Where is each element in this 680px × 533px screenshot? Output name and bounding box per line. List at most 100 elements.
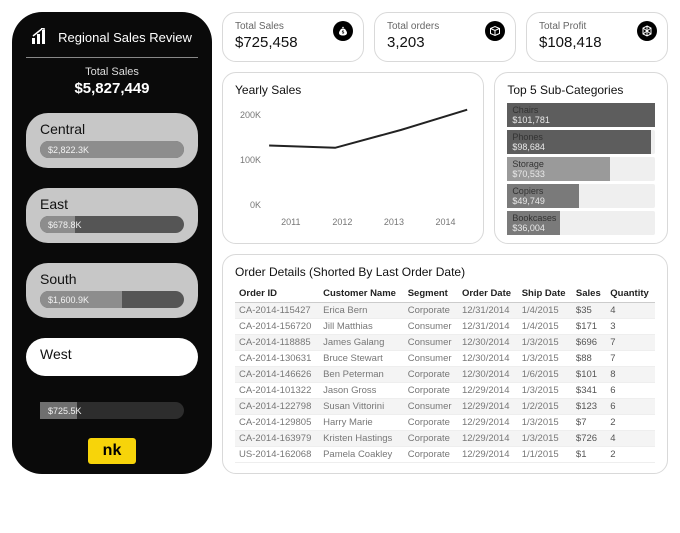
table-row[interactable]: CA-2014-118885James GalangConsumer12/30/… [235, 335, 655, 351]
table-header: Ship Date [518, 285, 572, 303]
table-cell: Corporate [404, 367, 458, 383]
topcat-bar: Bookcases$36,004 [507, 211, 655, 235]
region-item-central[interactable]: Central $2,822.3K [26, 113, 198, 168]
table-row[interactable]: CA-2014-156720Jill MatthiasConsumer12/31… [235, 319, 655, 335]
table-cell: 12/29/2014 [458, 447, 518, 463]
yearly-sales-title: Yearly Sales [235, 83, 471, 97]
topcat-name: Phones [512, 132, 543, 142]
table-cell: 2 [606, 415, 655, 431]
table-row[interactable]: CA-2014-130631Bruce StewartConsumer12/30… [235, 351, 655, 367]
table-header: Quantity [606, 285, 655, 303]
table-row[interactable]: CA-2014-129805Harry MarieCorporate12/29/… [235, 415, 655, 431]
region-value: $678.8K [40, 220, 82, 230]
region-name: South [40, 271, 184, 287]
table-cell: CA-2014-122798 [235, 399, 319, 415]
table-cell: 1/1/2015 [518, 447, 572, 463]
topcat-value: $70,533 [512, 169, 545, 179]
table-cell: 1/6/2015 [518, 367, 572, 383]
kpi-row: Total Sales$725,458$Total orders3,203Tot… [222, 12, 668, 62]
table-cell: 6 [606, 399, 655, 415]
x-tick: 2011 [265, 217, 317, 233]
topcat-bar: Copiers$49,749 [507, 184, 655, 208]
table-header: Order ID [235, 285, 319, 303]
x-tick: 2012 [317, 217, 369, 233]
table-cell: $123 [572, 399, 606, 415]
table-cell: 1/3/2015 [518, 415, 572, 431]
x-tick: 2014 [420, 217, 472, 233]
table-cell: Kristen Hastings [319, 431, 404, 447]
kpi-value: $725,458 [235, 34, 351, 51]
table-cell: 12/30/2014 [458, 367, 518, 383]
table-cell: CA-2014-115427 [235, 303, 319, 319]
kpi-card: Total Profit$108,418 [526, 12, 668, 62]
table-cell: 2 [606, 447, 655, 463]
topcat-name: Storage [512, 159, 544, 169]
table-cell: CA-2014-130631 [235, 351, 319, 367]
region-value: $725.5K [40, 406, 82, 416]
table-cell: $696 [572, 335, 606, 351]
table-cell: 12/29/2014 [458, 383, 518, 399]
sidebar-sub-label: Total Sales [26, 66, 198, 78]
table-cell: 12/29/2014 [458, 431, 518, 447]
table-cell: 12/29/2014 [458, 415, 518, 431]
topcat-name: Copiers [512, 186, 543, 196]
region-name: West [40, 346, 184, 362]
region-item-east[interactable]: East $678.8K [26, 188, 198, 243]
topcat-bar: Phones$98,684 [507, 130, 655, 154]
region-item-south[interactable]: South $1,600.9K [26, 263, 198, 318]
table-row[interactable]: CA-2014-146626Ben PetermanCorporate12/30… [235, 367, 655, 383]
table-cell: 4 [606, 303, 655, 319]
yearly-sales-card: Yearly Sales 0K100K200K 2011201220132014 [222, 72, 484, 244]
table-cell: 12/30/2014 [458, 335, 518, 351]
table-cell: $88 [572, 351, 606, 367]
table-header: Order Date [458, 285, 518, 303]
region-value: $1,600.9K [40, 295, 89, 305]
table-cell: 12/31/2014 [458, 319, 518, 335]
table-cell: CA-2014-101322 [235, 383, 319, 399]
table-header: Sales [572, 285, 606, 303]
table-row[interactable]: US-2014-162068Pamela CoakleyCorporate12/… [235, 447, 655, 463]
y-tick: 0K [250, 200, 261, 210]
order-details-title: Order Details (Shorted By Last Order Dat… [235, 265, 655, 279]
region-name: East [40, 196, 184, 212]
order-details-table: Order IDCustomer NameSegmentOrder DateSh… [235, 285, 655, 463]
topcat-value: $49,749 [512, 196, 545, 206]
money-bag-icon: $ [333, 21, 353, 41]
table-header: Segment [404, 285, 458, 303]
region-list: Central $2,822.3K East $678.8K South $1,600.9… [26, 113, 198, 430]
region-name: Central [40, 121, 184, 137]
table-cell: 1/4/2015 [518, 303, 572, 319]
table-header: Customer Name [319, 285, 404, 303]
chart-bar-icon [32, 28, 50, 47]
topcat-value: $101,781 [512, 115, 550, 125]
table-row[interactable]: CA-2014-101322Jason GrossCorporate12/29/… [235, 383, 655, 399]
table-row[interactable]: CA-2014-122798Susan VittoriniConsumer12/… [235, 399, 655, 415]
table-cell: CA-2014-146626 [235, 367, 319, 383]
table-cell: Pamela Coakley [319, 447, 404, 463]
y-tick: 100K [240, 155, 261, 165]
table-cell: 1/3/2015 [518, 431, 572, 447]
box-icon [485, 21, 505, 41]
table-row[interactable]: CA-2014-163979Kristen HastingsCorporate1… [235, 431, 655, 447]
top-subcategories-title: Top 5 Sub-Categories [507, 83, 655, 97]
main-content: Total Sales$725,458$Total orders3,203Tot… [222, 12, 668, 474]
region-value: $2,822.3K [40, 145, 89, 155]
table-cell: 12/29/2014 [458, 399, 518, 415]
table-cell: CA-2014-118885 [235, 335, 319, 351]
table-cell: $1 [572, 447, 606, 463]
table-cell: Harry Marie [319, 415, 404, 431]
table-row[interactable]: CA-2014-115427Erica BernCorporate12/31/2… [235, 303, 655, 319]
table-cell: Corporate [404, 415, 458, 431]
kpi-value: $108,418 [539, 34, 655, 51]
kpi-card: Total orders3,203 [374, 12, 516, 62]
region-bar: $678.8K [40, 216, 184, 233]
table-cell: 12/30/2014 [458, 351, 518, 367]
region-item-west[interactable]: West [26, 338, 198, 376]
table-cell: 8 [606, 367, 655, 383]
table-cell: CA-2014-156720 [235, 319, 319, 335]
table-cell: 1/3/2015 [518, 335, 572, 351]
region-bar: $725.5K [40, 402, 184, 419]
table-cell: Consumer [404, 399, 458, 415]
table-cell: Corporate [404, 303, 458, 319]
table-cell: Erica Bern [319, 303, 404, 319]
